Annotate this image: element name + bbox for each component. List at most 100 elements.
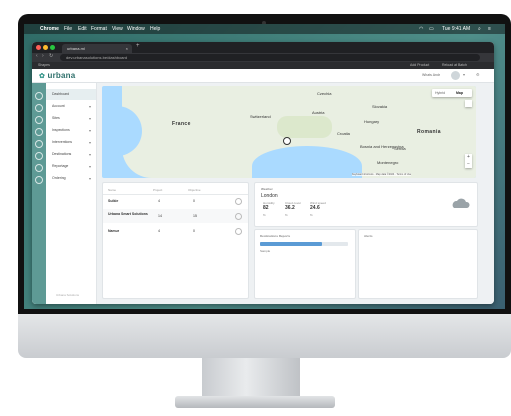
sidebar-item-destinations[interactable]: Destinations ▾: [46, 149, 96, 160]
sidebar-item-reportage[interactable]: Reportage ▾: [46, 161, 96, 172]
map-type-map[interactable]: Map: [456, 91, 463, 95]
sidebar-item-label: Destinations: [52, 152, 72, 156]
control-center-icon[interactable]: ≡: [488, 24, 491, 34]
web-app: ✿ urbana Whats Andr ▾ ⚙ Dashboard Accoun…: [32, 69, 494, 304]
logo-text: urbana: [47, 71, 76, 80]
inspections-rail-icon[interactable]: [35, 128, 43, 136]
row-action-icon[interactable]: [235, 213, 242, 220]
weather-city: London: [261, 193, 278, 199]
sites-rail-icon[interactable]: [35, 116, 43, 124]
table-row[interactable]: Namur 4 0: [103, 226, 248, 236]
cell-name: Urbana Smart Solutions: [108, 212, 148, 216]
bookmarks-bar: Shapes Add Product Reload at Batch: [32, 62, 494, 69]
interventions-rail-icon[interactable]: [35, 140, 43, 148]
toolbar: ‹ › ↻ dev.urbanasolutions.be/dashboard: [32, 53, 494, 62]
browser-tab[interactable]: urbana.ml ×: [62, 44, 132, 53]
map-label-montenegro: Montenegro: [377, 160, 399, 165]
map-alps: [277, 116, 332, 138]
bookmark-item[interactable]: Shapes: [38, 62, 50, 69]
row-action-icon[interactable]: [235, 198, 242, 205]
sidebar-item-dashboard[interactable]: Dashboard: [46, 89, 96, 100]
browser-window: urbana.ml × + ‹ › ↻ dev.urbanasolutions.…: [32, 42, 494, 304]
weather-title: Weather: [261, 187, 273, 191]
menu-view[interactable]: View: [112, 24, 123, 34]
destinations-rail-icon[interactable]: [35, 152, 43, 160]
address-bar[interactable]: dev.urbanasolutions.be/dashboard: [60, 54, 480, 61]
map-label-croatia: Croatia: [337, 131, 350, 136]
cell-project: 4: [158, 229, 160, 233]
wifi-icon[interactable]: ◠: [419, 24, 423, 34]
dashboard-rail-icon[interactable]: [35, 92, 43, 100]
map-label-slovakia: Slovakia: [372, 104, 388, 109]
cloud-cover-value: 36.2: [285, 205, 295, 211]
cell-objective: 15: [193, 214, 197, 218]
table-row[interactable]: Urbana Smart Solutions 14 15: [103, 209, 248, 223]
cloud-cover-unit: %: [285, 213, 288, 217]
app-menu[interactable]: Chrome: [40, 24, 59, 34]
cell-objective: 0: [193, 199, 195, 203]
bookmark-add-product[interactable]: Add Product: [410, 62, 429, 69]
chevron-down-icon: ▾: [88, 164, 91, 169]
forward-icon[interactable]: ›: [42, 53, 44, 59]
cell-project: 4: [158, 199, 160, 203]
user-name[interactable]: Whats Andr: [422, 73, 440, 77]
back-icon[interactable]: ‹: [36, 53, 38, 59]
menu-clock[interactable]: Tue 9:41 AM: [442, 24, 470, 34]
sidebar-item-ordering[interactable]: Ordering ▾: [46, 173, 96, 184]
map-pin-icon[interactable]: [283, 137, 291, 145]
sidebar-item-account[interactable]: Account ▾: [46, 101, 96, 112]
zoom-window-icon[interactable]: [50, 45, 55, 50]
sidebar-item-inspections[interactable]: Inspections ▾: [46, 125, 96, 136]
map-label-serbia: Serbia: [394, 146, 406, 151]
chevron-down-icon: ▾: [88, 152, 91, 157]
minimize-window-icon[interactable]: [43, 45, 48, 50]
chevron-down-icon: ▾: [88, 176, 91, 181]
sidebar-item-label: Sites: [52, 116, 60, 120]
app-header: ✿ urbana Whats Andr ▾ ⚙: [32, 69, 494, 83]
account-rail-icon[interactable]: [35, 104, 43, 112]
sidebar-item-sites[interactable]: Sites ▾: [46, 113, 96, 124]
map-label-austria: Austria: [312, 110, 325, 115]
cell-name: Namur: [108, 229, 120, 233]
monitor-chin: [18, 314, 511, 358]
col-header-name: Name: [108, 188, 117, 192]
new-tab-icon[interactable]: +: [136, 43, 140, 49]
cloud-icon: [452, 198, 470, 208]
ordering-rail-icon[interactable]: [35, 176, 43, 184]
divider: [103, 194, 248, 195]
map-type-hybrid[interactable]: Hybrid: [435, 91, 445, 95]
alerts-card-title: Alerts: [364, 234, 373, 238]
battery-icon[interactable]: ▭: [429, 24, 434, 34]
settings-icon[interactable]: ⚙: [476, 72, 480, 77]
sidebar-item-label: Dashboard: [52, 92, 70, 96]
menu-edit[interactable]: Edit: [78, 24, 87, 34]
close-window-icon[interactable]: [36, 45, 41, 50]
cell-objective: 0: [193, 229, 195, 233]
menu-format[interactable]: Format: [91, 24, 107, 34]
search-icon[interactable]: ⌕: [478, 24, 481, 34]
zoom-controls[interactable]: + −: [465, 154, 472, 168]
user-menu-chevron-icon[interactable]: ▾: [463, 72, 465, 77]
sidebar-item-interventions[interactable]: Interventions ▾: [46, 137, 96, 148]
map-attribution[interactable]: Keyboard shortcuts · Map data ©2024 · Te…: [352, 173, 412, 176]
fullscreen-icon[interactable]: [465, 100, 472, 107]
cell-project: 14: [158, 214, 162, 218]
bookmark-reload[interactable]: Reload at Batch: [442, 62, 467, 69]
progress-track: [260, 242, 348, 246]
col-header-objective: Objective: [188, 188, 201, 192]
reload-icon[interactable]: ↻: [49, 53, 53, 59]
avatar[interactable]: [451, 71, 460, 80]
tab-close-icon[interactable]: ×: [126, 44, 128, 53]
map-type-toggle: Hybrid Map: [432, 89, 472, 97]
menu-file[interactable]: File: [64, 24, 72, 34]
map-view[interactable]: Czechia Slovakia France Switzerland Aust…: [102, 86, 476, 178]
wind-speed-unit: %: [310, 213, 313, 217]
app-logo[interactable]: ✿ urbana: [39, 71, 75, 80]
tab-title: urbana.ml: [67, 46, 85, 51]
menu-window[interactable]: Window: [127, 24, 145, 34]
sites-table-card: Name Project Objective Suikie 4 0 Urbana…: [102, 182, 249, 299]
table-row[interactable]: Suikie 4 0: [103, 196, 248, 206]
row-action-icon[interactable]: [235, 228, 242, 235]
reportage-rail-icon[interactable]: [35, 164, 43, 172]
menu-help[interactable]: Help: [150, 24, 160, 34]
